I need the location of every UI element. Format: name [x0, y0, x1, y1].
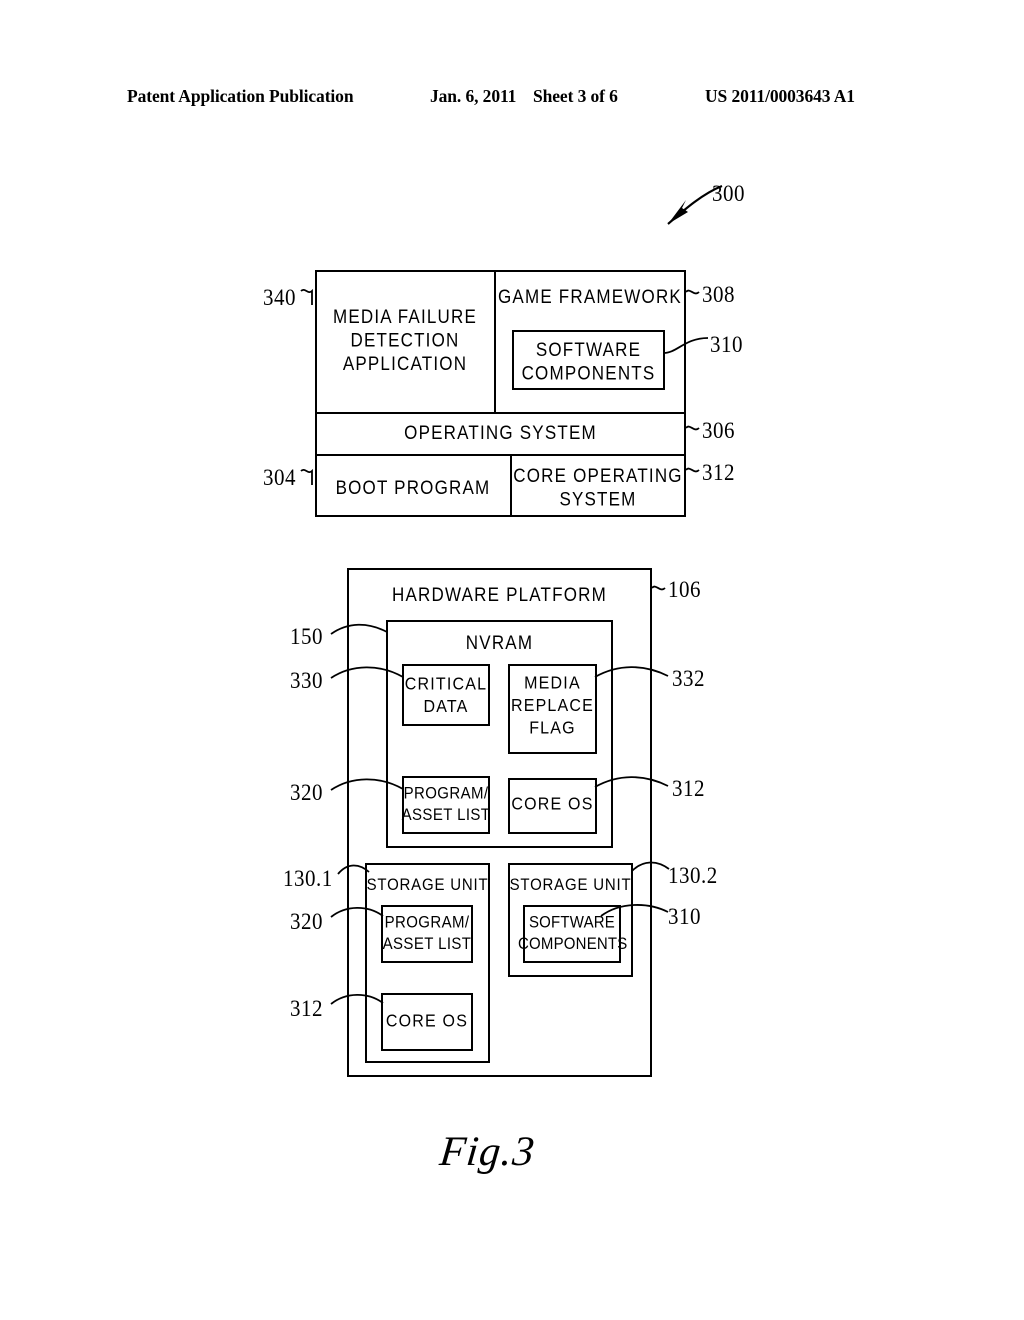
header-date-text: Jan. 6, 2011 — [430, 86, 517, 106]
ref-label-308: 308 — [702, 281, 735, 308]
ref-label-330: 330 — [290, 667, 323, 694]
storage-unit-2-software-components-label: SOFTWARE COMPONENTS — [518, 913, 628, 954]
core-operating-system-label: CORE OPERATING SYSTEM — [513, 465, 683, 510]
storage-unit-1-core-os-label: CORE OS — [385, 1012, 469, 1032]
ref-label-130-1: 130.1 — [283, 865, 333, 892]
header-patent-number: US 2011/0003643 A1 — [705, 86, 855, 106]
ref-label-306: 306 — [702, 417, 735, 444]
ref-label-312-stack: 312 — [702, 459, 735, 486]
ref-label-310-stack: 310 — [710, 331, 743, 358]
ref-label-304: 304 — [263, 464, 296, 491]
storage-unit-1-program-asset-list-label: PROGRAM/ ASSET LIST — [382, 913, 472, 954]
software-components-label-stack: SOFTWARE COMPONENTS — [521, 339, 656, 384]
storage-unit-2-label: STORAGE UNIT — [509, 875, 632, 895]
boot-program-label: BOOT PROGRAM — [335, 477, 491, 499]
ref-label-106: 106 — [668, 576, 701, 603]
hardware-platform-label: HARDWARE PLATFORM — [392, 584, 607, 606]
nvram-program-asset-list-label: PROGRAM/ ASSET LIST — [401, 784, 491, 825]
storage-unit-1-label: STORAGE UNIT — [366, 875, 489, 895]
ref-label-320-nvram: 320 — [290, 779, 323, 806]
ref-label-312-nvram: 312 — [672, 775, 705, 802]
ref-label-310-storage: 310 — [668, 903, 701, 930]
ref-label-332: 332 — [672, 665, 705, 692]
ref-label-130-2: 130.2 — [668, 862, 718, 889]
critical-data-label: CRITICAL DATA — [404, 675, 488, 717]
system-300-ref-label: 300 — [712, 180, 745, 207]
ref-label-312-storage: 312 — [290, 995, 323, 1022]
game-framework-label: GAME FRAMEWORK — [498, 286, 682, 308]
operating-system-label: OPERATING SYSTEM — [404, 422, 597, 444]
media-replace-flag-label: MEDIA REPLACE FLAG — [510, 674, 595, 738]
header-publication-text: Patent Application Publication — [127, 86, 354, 106]
header-sheet-text: Sheet 3 of 6 — [533, 86, 618, 106]
nvram-core-os-label: CORE OS — [511, 795, 594, 815]
operating-system-top-divider — [317, 412, 684, 414]
nvram-label: NVRAM — [465, 632, 534, 654]
ref-label-320-storage: 320 — [290, 908, 323, 935]
figure-caption: Fig.3 — [437, 1129, 538, 1175]
ref-label-150: 150 — [290, 623, 323, 650]
ref-label-340: 340 — [263, 284, 296, 311]
operating-system-bottom-divider — [317, 454, 684, 456]
page-header: Patent Application Publication Jan. 6, 2… — [0, 86, 1024, 114]
media-failure-detection-application-label: MEDIA FAILURE DETECTION APPLICATION — [332, 306, 478, 375]
